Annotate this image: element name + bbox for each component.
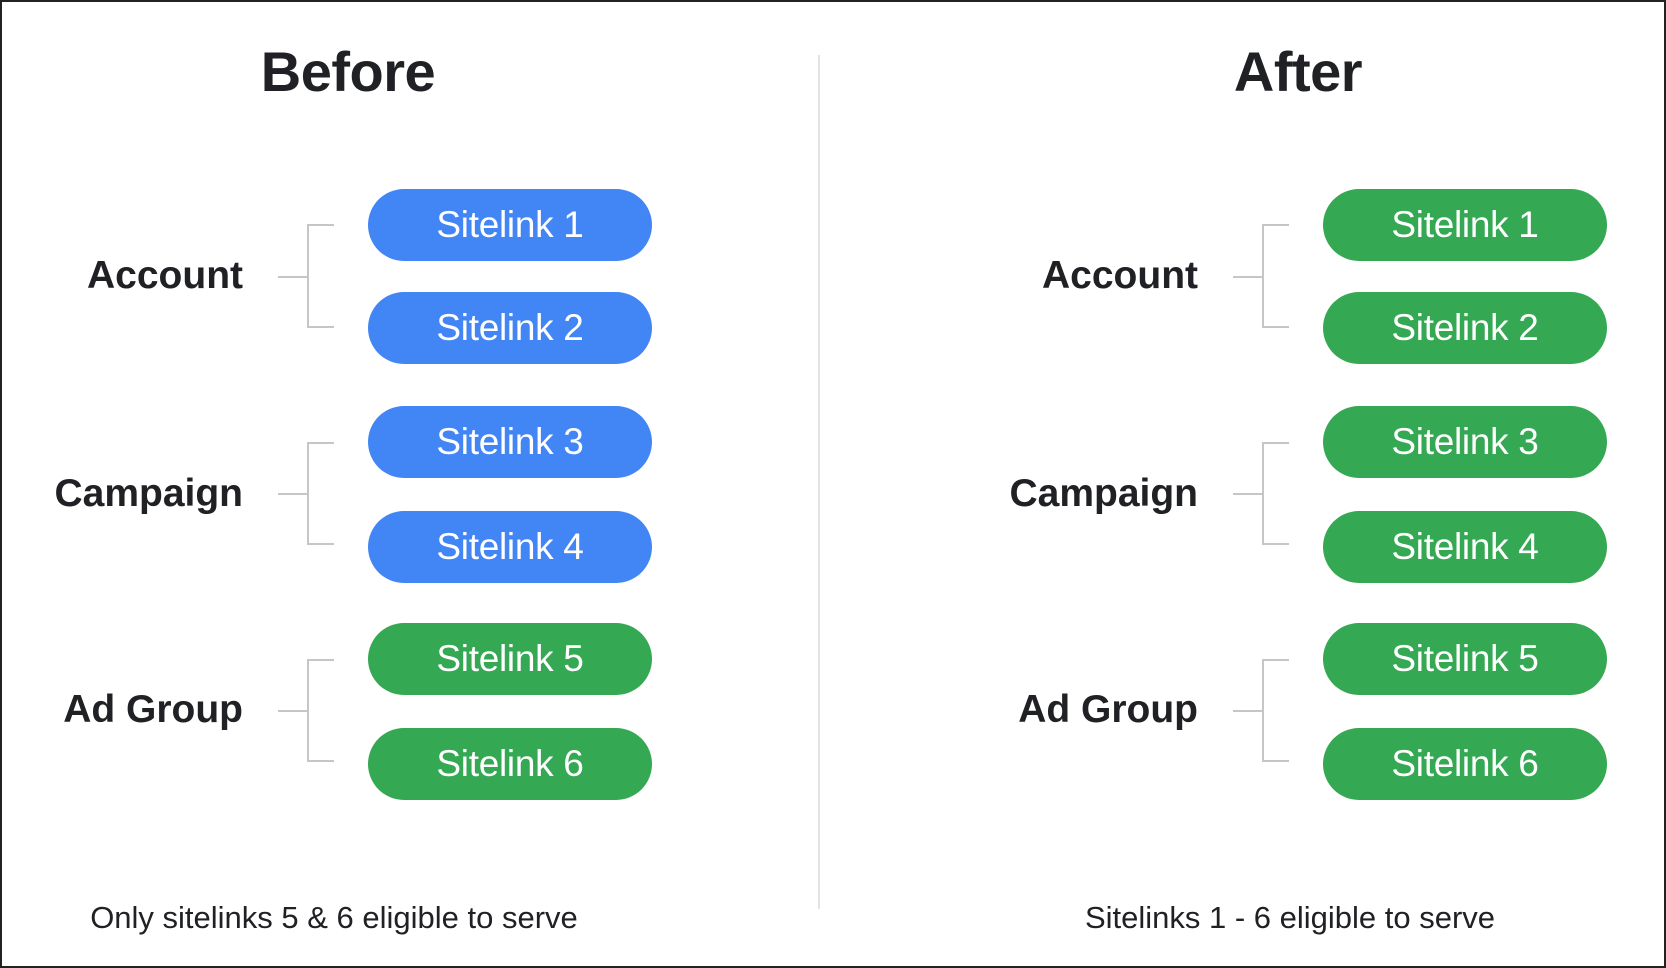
after-panel: After Account Sitelink 1 Sitelink 2 Camp…: [957, 2, 1666, 966]
connector-stub: [1233, 276, 1262, 278]
connector-arm: [1262, 326, 1289, 328]
connector-stub: [1233, 493, 1262, 495]
sitelink-pill[interactable]: Sitelink 6: [1323, 728, 1607, 800]
connector-bracket: [1233, 224, 1291, 328]
connector-bracket: [278, 659, 336, 763]
sitelink-pill[interactable]: Sitelink 4: [1323, 511, 1607, 583]
before-caption: Only sitelinks 5 & 6 eligible to serve: [90, 900, 578, 935]
connector-bracket: [278, 442, 336, 546]
panel-divider: [818, 55, 820, 909]
sitelink-pill[interactable]: Sitelink 3: [1323, 406, 1607, 478]
connector-arm: [307, 326, 334, 328]
group-label-account: Account: [87, 254, 243, 297]
connector-stub: [278, 493, 307, 495]
connector-arm: [307, 543, 334, 545]
campaign-group: Campaign Sitelink 3 Sitelink 4: [2, 405, 662, 585]
sitelink-pill[interactable]: Sitelink 1: [1323, 189, 1607, 261]
group-label-ad-group: Ad Group: [1018, 688, 1198, 731]
connector-vertical: [307, 224, 309, 328]
connector-arm: [1262, 760, 1289, 762]
sitelink-pill[interactable]: Sitelink 3: [368, 406, 652, 478]
ad-group-group: Ad Group Sitelink 5 Sitelink 6: [957, 622, 1617, 802]
connector-arm: [1262, 442, 1289, 444]
connector-stub: [1233, 710, 1262, 712]
connector-vertical: [307, 659, 309, 762]
connector-arm: [1262, 659, 1289, 661]
sitelink-pill[interactable]: Sitelink 4: [368, 511, 652, 583]
ad-group-group: Ad Group Sitelink 5 Sitelink 6: [2, 622, 662, 802]
connector-arm: [307, 224, 334, 226]
connector-bracket: [278, 224, 336, 328]
group-label-campaign: Campaign: [1009, 472, 1198, 515]
connector-arm: [307, 442, 334, 444]
before-title: Before: [260, 40, 436, 103]
group-label-ad-group: Ad Group: [63, 688, 243, 731]
after-caption: Sitelinks 1 - 6 eligible to serve: [1084, 900, 1496, 935]
connector-arm: [307, 659, 334, 661]
after-title: After: [1233, 40, 1363, 103]
sitelink-pill[interactable]: Sitelink 1: [368, 189, 652, 261]
sitelink-pill[interactable]: Sitelink 2: [368, 292, 652, 364]
comparison-diagram: Before Account Sitelink 1 Sitelink 2 Cam…: [0, 0, 1666, 968]
sitelink-pill[interactable]: Sitelink 2: [1323, 292, 1607, 364]
connector-stub: [278, 710, 307, 712]
connector-vertical: [1262, 224, 1264, 328]
group-label-account: Account: [1042, 254, 1198, 297]
connector-stub: [278, 276, 307, 278]
sitelink-pill[interactable]: Sitelink 5: [368, 623, 652, 695]
connector-arm: [1262, 543, 1289, 545]
connector-arm: [1262, 224, 1289, 226]
account-group: Account Sitelink 1 Sitelink 2: [2, 188, 662, 364]
sitelink-pill[interactable]: Sitelink 5: [1323, 623, 1607, 695]
account-group: Account Sitelink 1 Sitelink 2: [957, 188, 1617, 364]
before-panel: Before Account Sitelink 1 Sitelink 2 Cam…: [2, 2, 818, 966]
campaign-group: Campaign Sitelink 3 Sitelink 4: [957, 405, 1617, 585]
connector-bracket: [1233, 442, 1291, 546]
connector-vertical: [1262, 659, 1264, 762]
connector-vertical: [1262, 442, 1264, 545]
group-label-campaign: Campaign: [54, 472, 243, 515]
connector-arm: [307, 760, 334, 762]
connector-vertical: [307, 442, 309, 545]
connector-bracket: [1233, 659, 1291, 763]
sitelink-pill[interactable]: Sitelink 6: [368, 728, 652, 800]
